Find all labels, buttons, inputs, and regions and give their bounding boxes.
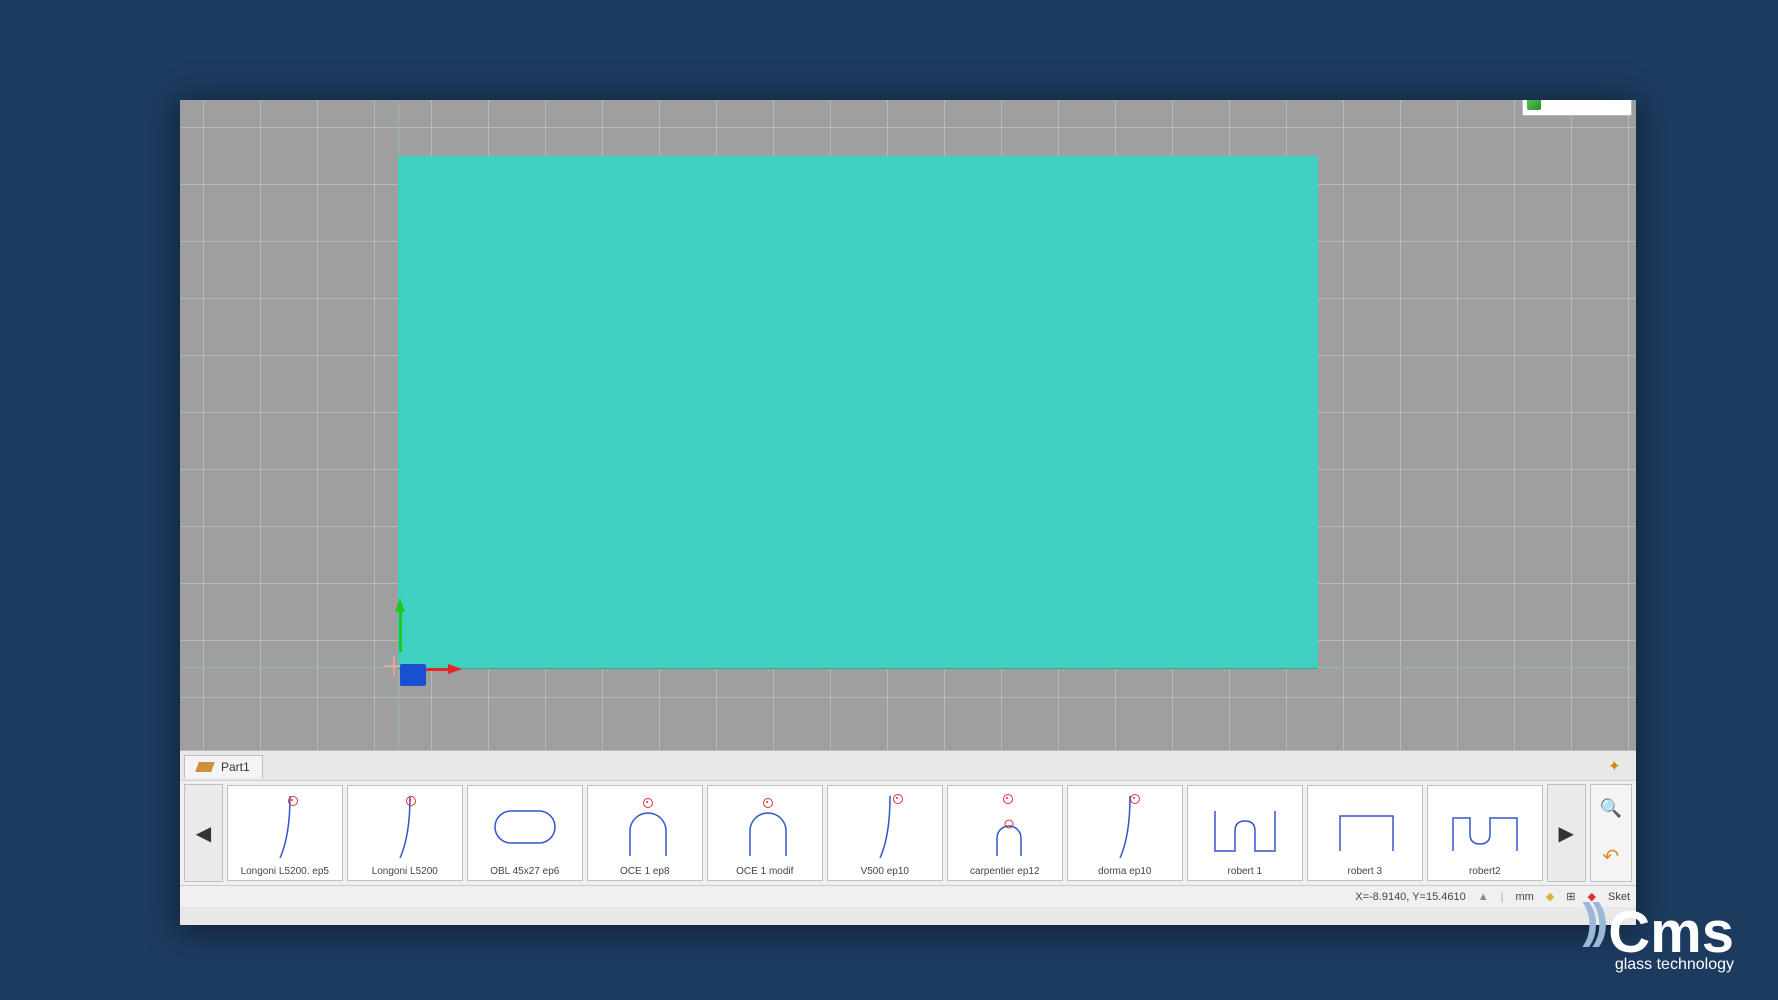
view-chip[interactable] [1522,100,1632,116]
chevron-left-icon: ◀ [196,821,211,846]
status-bar: X=-8.9140, Y=15.4610 ▲ | mm ◆ ⊞ ◆ Sket [180,885,1636,907]
tab-label: Part1 [221,760,250,774]
design-canvas[interactable] [180,100,1636,750]
origin-handle-icon[interactable] [400,664,426,686]
shape-gallery: ◀ Longoni L5200. ep5 Longoni L5200 OBL 45x… [180,780,1636,885]
thumb-label: OCE 1 ep8 [620,866,669,877]
logo-arcs-icon: )) [1582,895,1602,948]
gallery-prev-button[interactable]: ◀ [184,784,223,882]
thumb-label: robert 3 [1348,866,1382,877]
anchor-dot-icon [893,794,903,804]
gallery-thumb[interactable]: OBL 45x27 ep6 [467,785,583,881]
snap-grid-icon[interactable]: ◆ [1546,890,1554,903]
material-swatch-icon [1527,100,1541,110]
origin-gizmo[interactable] [390,652,460,692]
thumb-label: OCE 1 modif [736,866,793,877]
part-icon [195,762,215,772]
thumb-label: robert2 [1469,866,1501,877]
anchor-dot-icon [763,798,773,808]
anchor-dot-icon [1130,794,1140,804]
gallery-tools: 🔍 ↶ [1590,784,1632,882]
thumb-label: carpentier ep12 [970,866,1040,877]
gallery-thumb[interactable]: Longoni L5200 [347,785,463,881]
thumb-label: V500 ep10 [861,866,909,877]
brand-watermark: ))Cms glass technology [1582,894,1734,974]
status-coords: X=-8.9140, Y=15.4610 [1355,891,1466,903]
y-axis-arrow-icon [395,598,405,612]
anchor-dot-icon [288,796,298,806]
undo-icon[interactable]: ↶ [1602,844,1619,869]
add-tab-icon[interactable]: ✦ [1608,757,1626,775]
gallery-thumb[interactable]: V500 ep10 [827,785,943,881]
anchor-dot-icon [643,798,653,808]
thumb-label: Longoni L5200 [372,866,438,877]
anchor-dot-icon [1003,794,1013,804]
gallery-thumb[interactable]: robert 1 [1187,785,1303,881]
document-tab-strip: Part1 ✦ [180,750,1636,781]
gallery-thumb[interactable]: Longoni L5200. ep5 [227,785,343,881]
app-window: Part1 ✦ ◀ Longoni L5200. ep5 Longoni L520… [180,100,1636,925]
gallery-thumb[interactable]: dorma ep10 [1067,785,1183,881]
snap-grid2-icon[interactable]: ⊞ [1566,890,1575,903]
chevron-right-icon: ▶ [1558,821,1573,846]
gallery-thumb[interactable]: carpentier ep12 [947,785,1063,881]
warning-icon: ▲ [1478,891,1489,903]
zoom-icon[interactable]: 🔍 [1600,798,1622,819]
glass-part[interactable] [398,156,1318,669]
thumb-label: dorma ep10 [1098,866,1151,877]
gallery-thumb[interactable]: robert2 [1427,785,1543,881]
status-unit: mm [1516,891,1534,903]
x-axis-arrow-icon [448,664,462,674]
gallery-thumb[interactable]: OCE 1 ep8 [587,785,703,881]
anchor-dot-icon [406,796,416,806]
thumb-label: robert 1 [1228,866,1262,877]
gallery-next-button[interactable]: ▶ [1547,784,1586,882]
gallery-thumb[interactable]: robert 3 [1307,785,1423,881]
gallery-thumb[interactable]: OCE 1 modif [707,785,823,881]
thumb-label: Longoni L5200. ep5 [241,866,329,877]
tab-part1[interactable]: Part1 [184,755,263,778]
thumb-label: OBL 45x27 ep6 [490,866,559,877]
